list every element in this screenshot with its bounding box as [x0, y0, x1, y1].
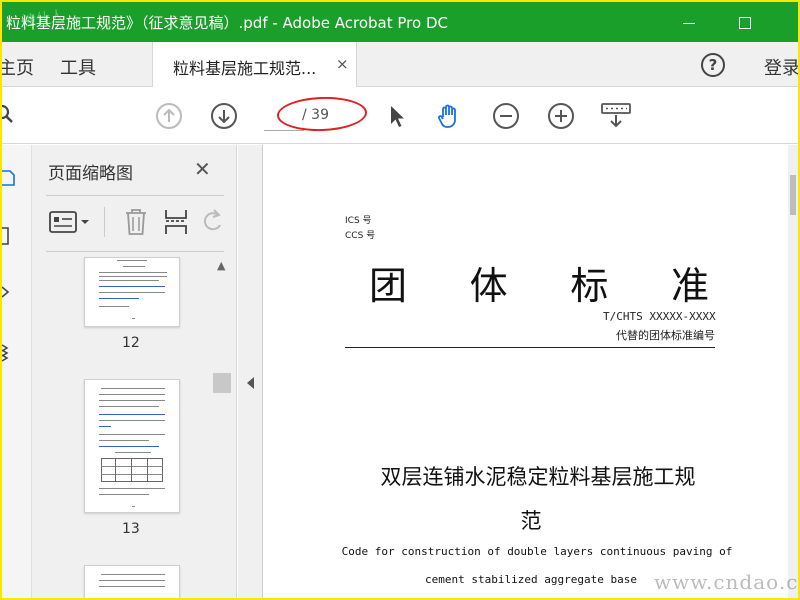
page-highlight-circle	[276, 95, 368, 133]
pdf-page: ICS 号 CCS 号 团 体 标 准 T/CHTS XXXXX-XXXX 代替…	[262, 145, 798, 598]
login-link[interactable]: 登录	[764, 54, 798, 80]
tab-tools[interactable]: 工具	[60, 54, 96, 80]
prev-page-icon[interactable]	[155, 102, 183, 130]
collapse-panel-icon[interactable]	[247, 377, 254, 389]
help-icon[interactable]: ?	[701, 53, 725, 77]
thumbnails-panel: 页面缩略图 ✕ 12 13 ▲	[32, 145, 237, 598]
window-title: 粒料基层施工规范》（征求意见稿）.pdf - Adobe Acrobat Pro…	[6, 14, 448, 32]
close-tab-icon[interactable]: ×	[336, 55, 349, 73]
thumbnail-label: 13	[122, 521, 140, 537]
scrollbar-thumb[interactable]	[790, 175, 796, 215]
acrobat-window: 粒料基层施工规范》（征求意见稿）.pdf - Adobe Acrobat Pro…	[2, 2, 798, 598]
keyboard-download-icon[interactable]	[600, 102, 632, 130]
search-icon[interactable]	[2, 104, 14, 124]
maximize-button[interactable]	[729, 8, 759, 36]
rotate-page-icon[interactable]	[200, 207, 224, 237]
horizontal-rule	[345, 347, 715, 348]
select-arrow-icon[interactable]	[383, 102, 411, 130]
extract-pages-icon[interactable]	[162, 207, 190, 237]
document-title-line2: 范	[520, 509, 542, 533]
document-view[interactable]: ICS 号 CCS 号 团 体 标 准 T/CHTS XXXXX-XXXX 代替…	[262, 145, 798, 598]
toolbar: / 39	[2, 88, 798, 144]
bookmark-icon[interactable]	[2, 225, 16, 247]
next-page-icon[interactable]	[210, 102, 238, 130]
thumbnail-options-icon[interactable]	[48, 207, 92, 237]
site-watermark: www.cndao.com	[654, 570, 798, 594]
minimize-button[interactable]	[674, 8, 704, 36]
thumbnails-scrollbar[interactable]: ▲	[212, 255, 232, 598]
close-panel-icon[interactable]: ✕	[194, 157, 211, 181]
heading-char: 团	[369, 264, 408, 308]
attachment-icon[interactable]	[2, 281, 16, 303]
tab-document[interactable]: 粒料基层施工规范... ×	[152, 42, 357, 87]
ics-code: ICS 号	[345, 216, 372, 226]
heading-char: 标	[570, 264, 609, 308]
thumbnails-title: 页面缩略图	[48, 164, 133, 184]
left-icon-rail	[2, 145, 32, 598]
divider	[46, 251, 224, 252]
document-tab-label: 粒料基层施工规范...	[173, 59, 317, 78]
tab-home[interactable]: 主页	[2, 54, 34, 80]
document-scrollbar[interactable]	[788, 145, 798, 598]
panel-splitter[interactable]	[238, 145, 262, 598]
replaces-note: 代替的团体标准编号	[616, 329, 715, 342]
title-bar: 粒料基层施工规范》（征求意见稿）.pdf - Adobe Acrobat Pro…	[2, 2, 798, 42]
zoom-in-icon[interactable]	[547, 102, 575, 130]
thumbnail-page-14[interactable]	[84, 565, 180, 598]
hand-tool-icon[interactable]	[435, 102, 463, 130]
divider	[46, 195, 224, 196]
thumbnail-page-12[interactable]	[84, 257, 180, 327]
layers-icon[interactable]	[2, 341, 16, 363]
zoom-out-icon[interactable]	[492, 102, 520, 130]
standard-type-heading: 团 体 标 准	[369, 255, 709, 310]
document-title-line1: 双层连铺水泥稳定粒料基层施工规	[380, 465, 696, 489]
heading-char: 准	[670, 264, 709, 308]
english-title-line1: Code for construction of double layers c…	[341, 545, 733, 558]
ccs-code: CCS 号	[345, 231, 376, 241]
thumbnail-page-13[interactable]	[84, 379, 180, 513]
thumbnail-label: 12	[122, 335, 140, 351]
heading-char: 体	[469, 264, 508, 308]
delete-page-icon[interactable]	[122, 207, 150, 237]
divider	[104, 207, 105, 237]
scrollbar-thumb[interactable]	[213, 373, 231, 393]
tab-row: 主页 工具 粒料基层施工规范... × ? 登录	[2, 42, 798, 87]
page-thumbnails-icon[interactable]	[2, 167, 16, 189]
scroll-up-icon[interactable]: ▲	[217, 259, 225, 272]
standard-code: T/CHTS XXXXX-XXXX	[603, 310, 716, 323]
